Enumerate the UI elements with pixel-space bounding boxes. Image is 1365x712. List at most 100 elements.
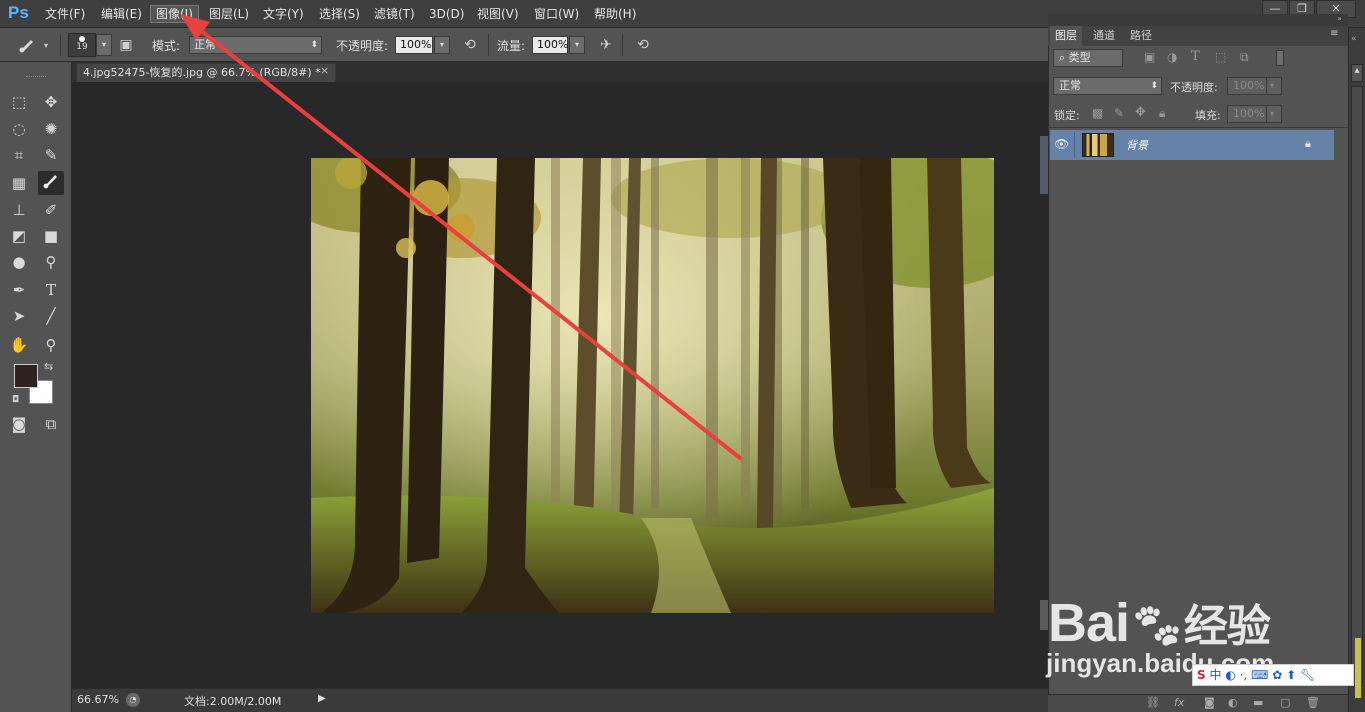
hand-tool-icon[interactable]: ✋ [6, 333, 32, 357]
filter-adjust-icon[interactable]: ◑ [1167, 50, 1177, 64]
document-canvas-image[interactable] [311, 158, 994, 613]
brush-tool-preset-icon[interactable] [18, 37, 38, 55]
zoom-tool-icon[interactable]: ⚲ [38, 333, 64, 357]
chevron-down-icon[interactable]: ▾ [1266, 105, 1282, 123]
menu-3d[interactable]: 3D(D) [424, 5, 469, 23]
options-bar: ▾ 19 ▾ ▣ 模式: 正常 ⬍ 不透明度: 100% ▾ ⟲ 流量: 100… [0, 28, 1048, 62]
panel-collapse-icon[interactable]: » [1048, 14, 1348, 26]
filter-smart-icon[interactable]: ⧉ [1240, 50, 1249, 65]
lock-transparency-icon[interactable]: ▩ [1092, 106, 1103, 120]
brush-tool-icon[interactable] [38, 171, 64, 195]
eraser-icon[interactable]: ◩ [6, 224, 32, 248]
opacity-input[interactable]: 100% [395, 36, 433, 54]
add-mask-icon[interactable]: ◙ [1204, 696, 1215, 709]
menu-help[interactable]: 帮助(H) [589, 5, 641, 23]
clone-stamp-icon[interactable]: ⊥ [6, 198, 32, 222]
history-brush-icon[interactable]: ✐ [38, 198, 64, 222]
tab-channels[interactable]: 通道 [1088, 26, 1120, 46]
quick-mask-icon[interactable]: ◙ [6, 412, 32, 436]
filter-pixel-icon[interactable]: ▣ [1144, 50, 1155, 64]
layer-name[interactable]: 背景 [1126, 137, 1148, 153]
link-layers-icon[interactable]: ⛓ [1146, 696, 1160, 709]
screen-mode-icon[interactable]: ⧉ [38, 412, 64, 436]
magic-wand-icon[interactable]: ✺ [38, 117, 64, 141]
filter-type-icon[interactable]: T [1191, 49, 1200, 64]
marquee-tool-icon[interactable]: ⬚ [6, 90, 32, 114]
search-icon: ⌕ [1059, 51, 1069, 64]
scrollbar-thumb[interactable] [1355, 638, 1361, 698]
panel-scrollbar[interactable] [1351, 86, 1363, 686]
type-tool-icon[interactable]: T [38, 278, 64, 302]
delete-layer-icon[interactable]: 🗑︎ [1306, 696, 1320, 709]
status-menu-arrow-icon[interactable]: ▶ [318, 693, 326, 704]
ime-toolbar[interactable]: S 中 ◐ ·, ⌨ ✿ ⬆ 🔧︎ [1192, 664, 1354, 686]
foreground-color-swatch[interactable] [14, 364, 38, 388]
chevron-down-icon[interactable]: ▾ [1266, 77, 1282, 95]
brush-size-picker[interactable]: 19 [68, 33, 96, 57]
gradient-icon[interactable]: ■ [38, 224, 64, 248]
pressure-size-icon[interactable]: ⟲ [633, 36, 653, 54]
chevron-down-icon[interactable]: ▾ [42, 37, 50, 55]
lock-position-icon[interactable]: ✥ [1135, 105, 1146, 120]
layer-filter-select[interactable]: ⌕ 类型 [1053, 49, 1123, 67]
ime-wrench-icon[interactable]: 🔧︎ [1300, 668, 1315, 682]
menu-layer[interactable]: 图层(L) [204, 5, 254, 23]
panel-icon-1[interactable]: ▴ [1351, 64, 1363, 82]
ime-keyboard-icon[interactable]: ⌨ [1251, 668, 1268, 682]
chevron-down-icon[interactable]: ▾ [96, 34, 112, 56]
menu-image[interactable]: 图像(I) [150, 5, 199, 23]
filter-toggle[interactable] [1276, 50, 1284, 66]
new-group-icon[interactable]: ▬ [1253, 696, 1263, 709]
adjustment-layer-icon[interactable]: ◐ [1228, 696, 1238, 709]
ime-arrow-icon[interactable]: ⬆ [1286, 668, 1296, 682]
path-selection-icon[interactable]: ➤ [6, 304, 32, 328]
mode-select[interactable]: 正常 ⬍ [189, 36, 322, 54]
layer-opacity-input[interactable]: 100% [1227, 77, 1267, 95]
fill-label: 填充: [1195, 109, 1221, 122]
blur-tool-icon[interactable]: ● [6, 250, 32, 274]
eye-visibility-icon[interactable]: 👁︎ [1054, 137, 1069, 151]
pen-tool-icon[interactable]: ✒ [6, 278, 32, 302]
fx-icon[interactable]: fx [1174, 696, 1184, 709]
blend-mode-select[interactable]: 正常 ⬍ [1053, 77, 1162, 95]
flow-label: 流量: [497, 39, 526, 53]
ime-punct-icon[interactable]: ◐ ·, [1225, 668, 1247, 682]
document-tab[interactable]: 4.jpg52475-恢复的.jpg @ 66.7% (RGB/8#) * [76, 63, 336, 82]
ime-chinese-mode[interactable]: 中 [1209, 668, 1221, 682]
healing-brush-icon[interactable]: ▦ [6, 171, 32, 195]
dodge-tool-icon[interactable]: ⚲ [38, 250, 64, 274]
flow-input[interactable]: 100% [532, 36, 568, 54]
new-layer-icon[interactable]: ▢ [1280, 696, 1290, 709]
swap-colors-icon[interactable]: ⇆ [44, 360, 53, 373]
chevron-down-icon[interactable]: ▾ [434, 36, 450, 54]
eyedropper-icon[interactable]: ✎ [38, 143, 64, 167]
tab-layers[interactable]: 图层 [1050, 26, 1082, 46]
status-info-icon[interactable]: ◔ [126, 693, 140, 707]
menu-type[interactable]: 文字(Y) [258, 5, 309, 23]
panel-menu-icon[interactable]: ≡ [1330, 28, 1338, 39]
close-tab-icon[interactable]: × [320, 64, 329, 77]
chevron-down-icon[interactable]: ▾ [569, 36, 585, 54]
pressure-opacity-icon[interactable]: ⟲ [460, 36, 480, 54]
menu-window[interactable]: 窗口(W) [529, 5, 584, 23]
tab-paths[interactable]: 路径 [1125, 26, 1157, 46]
filter-shape-icon[interactable]: ⬚ [1215, 50, 1226, 64]
ime-skin-icon[interactable]: ✿ [1272, 668, 1282, 682]
lock-all-icon[interactable]: 🔒︎ [1159, 106, 1165, 121]
menu-filter[interactable]: 滤镜(T) [369, 5, 420, 23]
airbrush-icon[interactable]: ✈ [596, 36, 616, 54]
line-tool-icon[interactable]: ╱ [38, 304, 64, 328]
menu-view[interactable]: 视图(V) [472, 5, 524, 23]
zoom-level[interactable]: 66.67% [77, 693, 119, 706]
default-colors-icon[interactable]: ◘ [12, 395, 19, 405]
menu-edit[interactable]: 编辑(E) [96, 5, 147, 23]
fill-input[interactable]: 100% [1227, 105, 1267, 123]
lock-pixels-icon[interactable]: ✎ [1114, 106, 1124, 120]
menu-select[interactable]: 选择(S) [314, 5, 365, 23]
lasso-tool-icon[interactable]: ◌ [6, 117, 32, 141]
menu-file[interactable]: 文件(F) [40, 5, 90, 23]
expand-panels-icon[interactable]: « [1351, 34, 1357, 44]
brush-panel-icon[interactable]: ▣ [116, 36, 136, 54]
move-tool-icon[interactable]: ✥ [38, 90, 64, 114]
crop-tool-icon[interactable]: ⌗ [6, 143, 32, 167]
